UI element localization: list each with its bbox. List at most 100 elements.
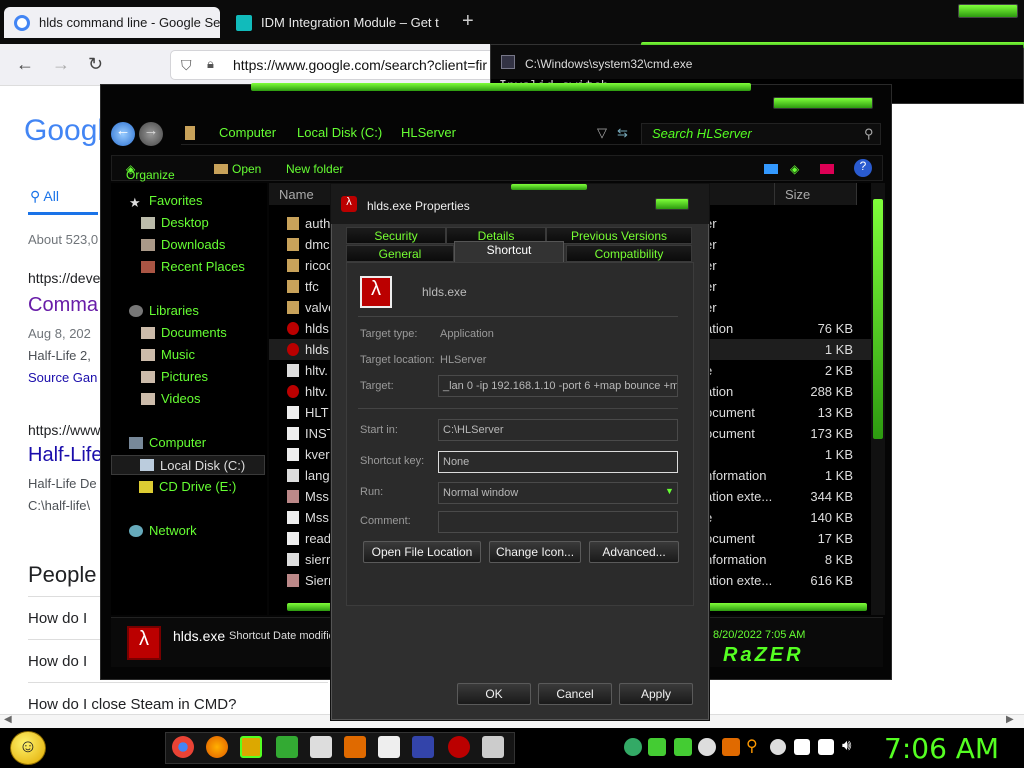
desktop-icon bbox=[141, 216, 155, 229]
google-icon bbox=[14, 14, 30, 31]
nav-libraries[interactable]: Libraries bbox=[129, 303, 199, 318]
back-icon[interactable]: ← bbox=[111, 122, 135, 146]
tab-shortcut[interactable]: Shortcut bbox=[454, 241, 564, 263]
file-explorer-icon[interactable] bbox=[240, 736, 262, 758]
google-logo[interactable]: Googl bbox=[24, 114, 104, 148]
nav-favorites[interactable]: ★ Favorites bbox=[129, 193, 202, 210]
scroll-right-icon[interactable]: ▶ bbox=[1006, 714, 1014, 725]
result-title-link[interactable]: Half-Life bbox=[28, 444, 102, 467]
apply-button[interactable]: Apply bbox=[619, 683, 693, 705]
cmd-title-bar[interactable]: C:\Windows\system32\cmd.exe bbox=[491, 45, 1023, 79]
minus-tray-icon[interactable] bbox=[770, 739, 786, 755]
column-size[interactable]: Size bbox=[775, 183, 857, 205]
open-icon bbox=[214, 164, 228, 174]
new-tab-button[interactable]: + bbox=[462, 10, 474, 33]
preview-pane-icon[interactable] bbox=[820, 164, 834, 174]
reload-icon[interactable]: ↻ bbox=[88, 54, 103, 75]
scrollbar-thumb[interactable] bbox=[873, 199, 883, 439]
file-name-value: hlds.exe bbox=[422, 285, 467, 299]
chrome-icon[interactable] bbox=[172, 736, 194, 758]
display-tray-icon[interactable] bbox=[818, 739, 834, 755]
razer-app-icon[interactable] bbox=[276, 736, 298, 758]
change-icon-button[interactable]: Change Icon... bbox=[489, 541, 581, 563]
cancel-button[interactable]: Cancel bbox=[538, 683, 612, 705]
half-life-icon[interactable] bbox=[448, 736, 470, 758]
ball-tray-icon[interactable] bbox=[698, 738, 716, 756]
seven-zip-icon[interactable] bbox=[378, 736, 400, 758]
document-icon[interactable] bbox=[310, 736, 332, 758]
nav-recent-places[interactable]: Recent Places bbox=[141, 259, 245, 274]
window-controls[interactable] bbox=[958, 4, 1018, 18]
browser-tab-bar: hlds command line - Google Se ✕ IDM Inte… bbox=[0, 0, 1024, 44]
search-input[interactable]: Search HLServer ⚲ bbox=[641, 123, 881, 145]
vertical-scrollbar[interactable] bbox=[871, 183, 885, 615]
back-icon[interactable]: ← bbox=[16, 54, 34, 75]
nav-local-disk[interactable]: Local Disk (C:) bbox=[111, 455, 265, 475]
result-snippet: Half-Life De bbox=[28, 476, 97, 491]
forward-icon[interactable]: → bbox=[52, 54, 70, 75]
nav-videos[interactable]: Videos bbox=[141, 391, 201, 406]
breadcrumb-hlserver[interactable]: HLServer bbox=[401, 125, 456, 140]
nav-network[interactable]: Network bbox=[129, 523, 197, 538]
tab-previous-versions[interactable]: Previous Versions bbox=[546, 227, 692, 244]
network-tray-icon[interactable] bbox=[624, 738, 642, 756]
comment-input[interactable] bbox=[438, 511, 678, 533]
window-controls[interactable] bbox=[773, 97, 873, 109]
tab-idm[interactable]: IDM Integration Module – Get t bbox=[226, 7, 446, 38]
firefox-icon[interactable] bbox=[206, 736, 228, 758]
search-tray-icon[interactable]: ⚲ bbox=[746, 736, 758, 756]
start-in-input[interactable]: C:\HLServer bbox=[438, 419, 678, 441]
razer-tray-icon-2[interactable] bbox=[674, 738, 692, 756]
view-icon[interactable] bbox=[764, 164, 778, 174]
tab-general[interactable]: General bbox=[346, 245, 454, 262]
organize-button[interactable]: Organize ◈ bbox=[126, 162, 175, 182]
result-title-link[interactable]: Comma bbox=[28, 294, 98, 317]
run-select[interactable]: Normal window ▼ bbox=[438, 482, 678, 504]
nav-computer[interactable]: Computer bbox=[129, 435, 206, 450]
folder-icon bbox=[287, 217, 299, 230]
result-sublink[interactable]: Source Gan bbox=[28, 370, 97, 385]
nav-pictures[interactable]: Pictures bbox=[141, 369, 208, 384]
start-button-smiley-icon[interactable]: ☺ bbox=[10, 731, 46, 765]
volume-icon[interactable]: 🔊︎ bbox=[842, 737, 851, 754]
window-icon[interactable] bbox=[482, 736, 504, 758]
nav-cd-drive[interactable]: CD Drive (E:) bbox=[139, 479, 236, 494]
close-icon[interactable] bbox=[655, 198, 689, 210]
tab-compatibility[interactable]: Compatibility bbox=[566, 245, 692, 262]
forward-icon[interactable]: → bbox=[139, 122, 163, 146]
open-file-location-button[interactable]: Open File Location bbox=[363, 541, 481, 563]
tab-security[interactable]: Security bbox=[346, 227, 446, 244]
refresh-icon[interactable]: ⇆ bbox=[617, 125, 628, 141]
ok-button[interactable]: OK bbox=[457, 683, 531, 705]
cmd-icon[interactable] bbox=[412, 736, 434, 758]
file-icon bbox=[287, 364, 299, 377]
chevron-down-icon[interactable]: ▽ bbox=[597, 125, 607, 141]
shortcut-key-input[interactable]: None bbox=[438, 451, 678, 473]
target-input[interactable]: _lan 0 -ip 192.168.1.10 -port 6 +map bou… bbox=[438, 375, 678, 397]
nav-documents[interactable]: Documents bbox=[141, 325, 227, 340]
address-bar[interactable]: Computer Local Disk (C:) HLServer ▽ ⇆ bbox=[181, 123, 711, 145]
view-options-icon[interactable]: ◈ bbox=[790, 162, 799, 176]
dialog-title-bar[interactable]: λ hlds.exe Properties bbox=[331, 184, 709, 224]
new-folder-button[interactable]: New folder bbox=[286, 162, 343, 176]
media-app-icon[interactable] bbox=[344, 736, 366, 758]
scroll-left-icon[interactable]: ◀ bbox=[4, 714, 12, 725]
paa-question[interactable]: How do I close Steam in CMD? bbox=[28, 696, 236, 713]
breadcrumb-local-disk[interactable]: Local Disk (C:) bbox=[297, 125, 382, 140]
breadcrumb-computer[interactable]: Computer bbox=[219, 125, 276, 140]
nav-downloads[interactable]: Downloads bbox=[141, 237, 225, 252]
paa-question[interactable]: How do I bbox=[28, 653, 87, 670]
nav-desktop[interactable]: Desktop bbox=[141, 215, 209, 230]
flag-tray-icon[interactable] bbox=[794, 739, 810, 755]
search-tab-all[interactable]: ⚲ All bbox=[30, 188, 59, 205]
url-text: https://www.google.com/search?client=fir bbox=[233, 57, 488, 73]
tab-hlds-search[interactable]: hlds command line - Google Se ✕ bbox=[4, 7, 220, 38]
open-button[interactable]: Open bbox=[232, 162, 261, 176]
paa-question[interactable]: How do I bbox=[28, 610, 87, 627]
razer-tray-icon[interactable] bbox=[648, 738, 666, 756]
advanced-button[interactable]: Advanced... bbox=[589, 541, 679, 563]
nav-music[interactable]: Music bbox=[141, 347, 195, 362]
help-icon[interactable]: ? bbox=[854, 159, 872, 177]
taskbar-clock[interactable]: 7:06 AM bbox=[884, 732, 999, 765]
media-tray-icon[interactable] bbox=[722, 738, 740, 756]
